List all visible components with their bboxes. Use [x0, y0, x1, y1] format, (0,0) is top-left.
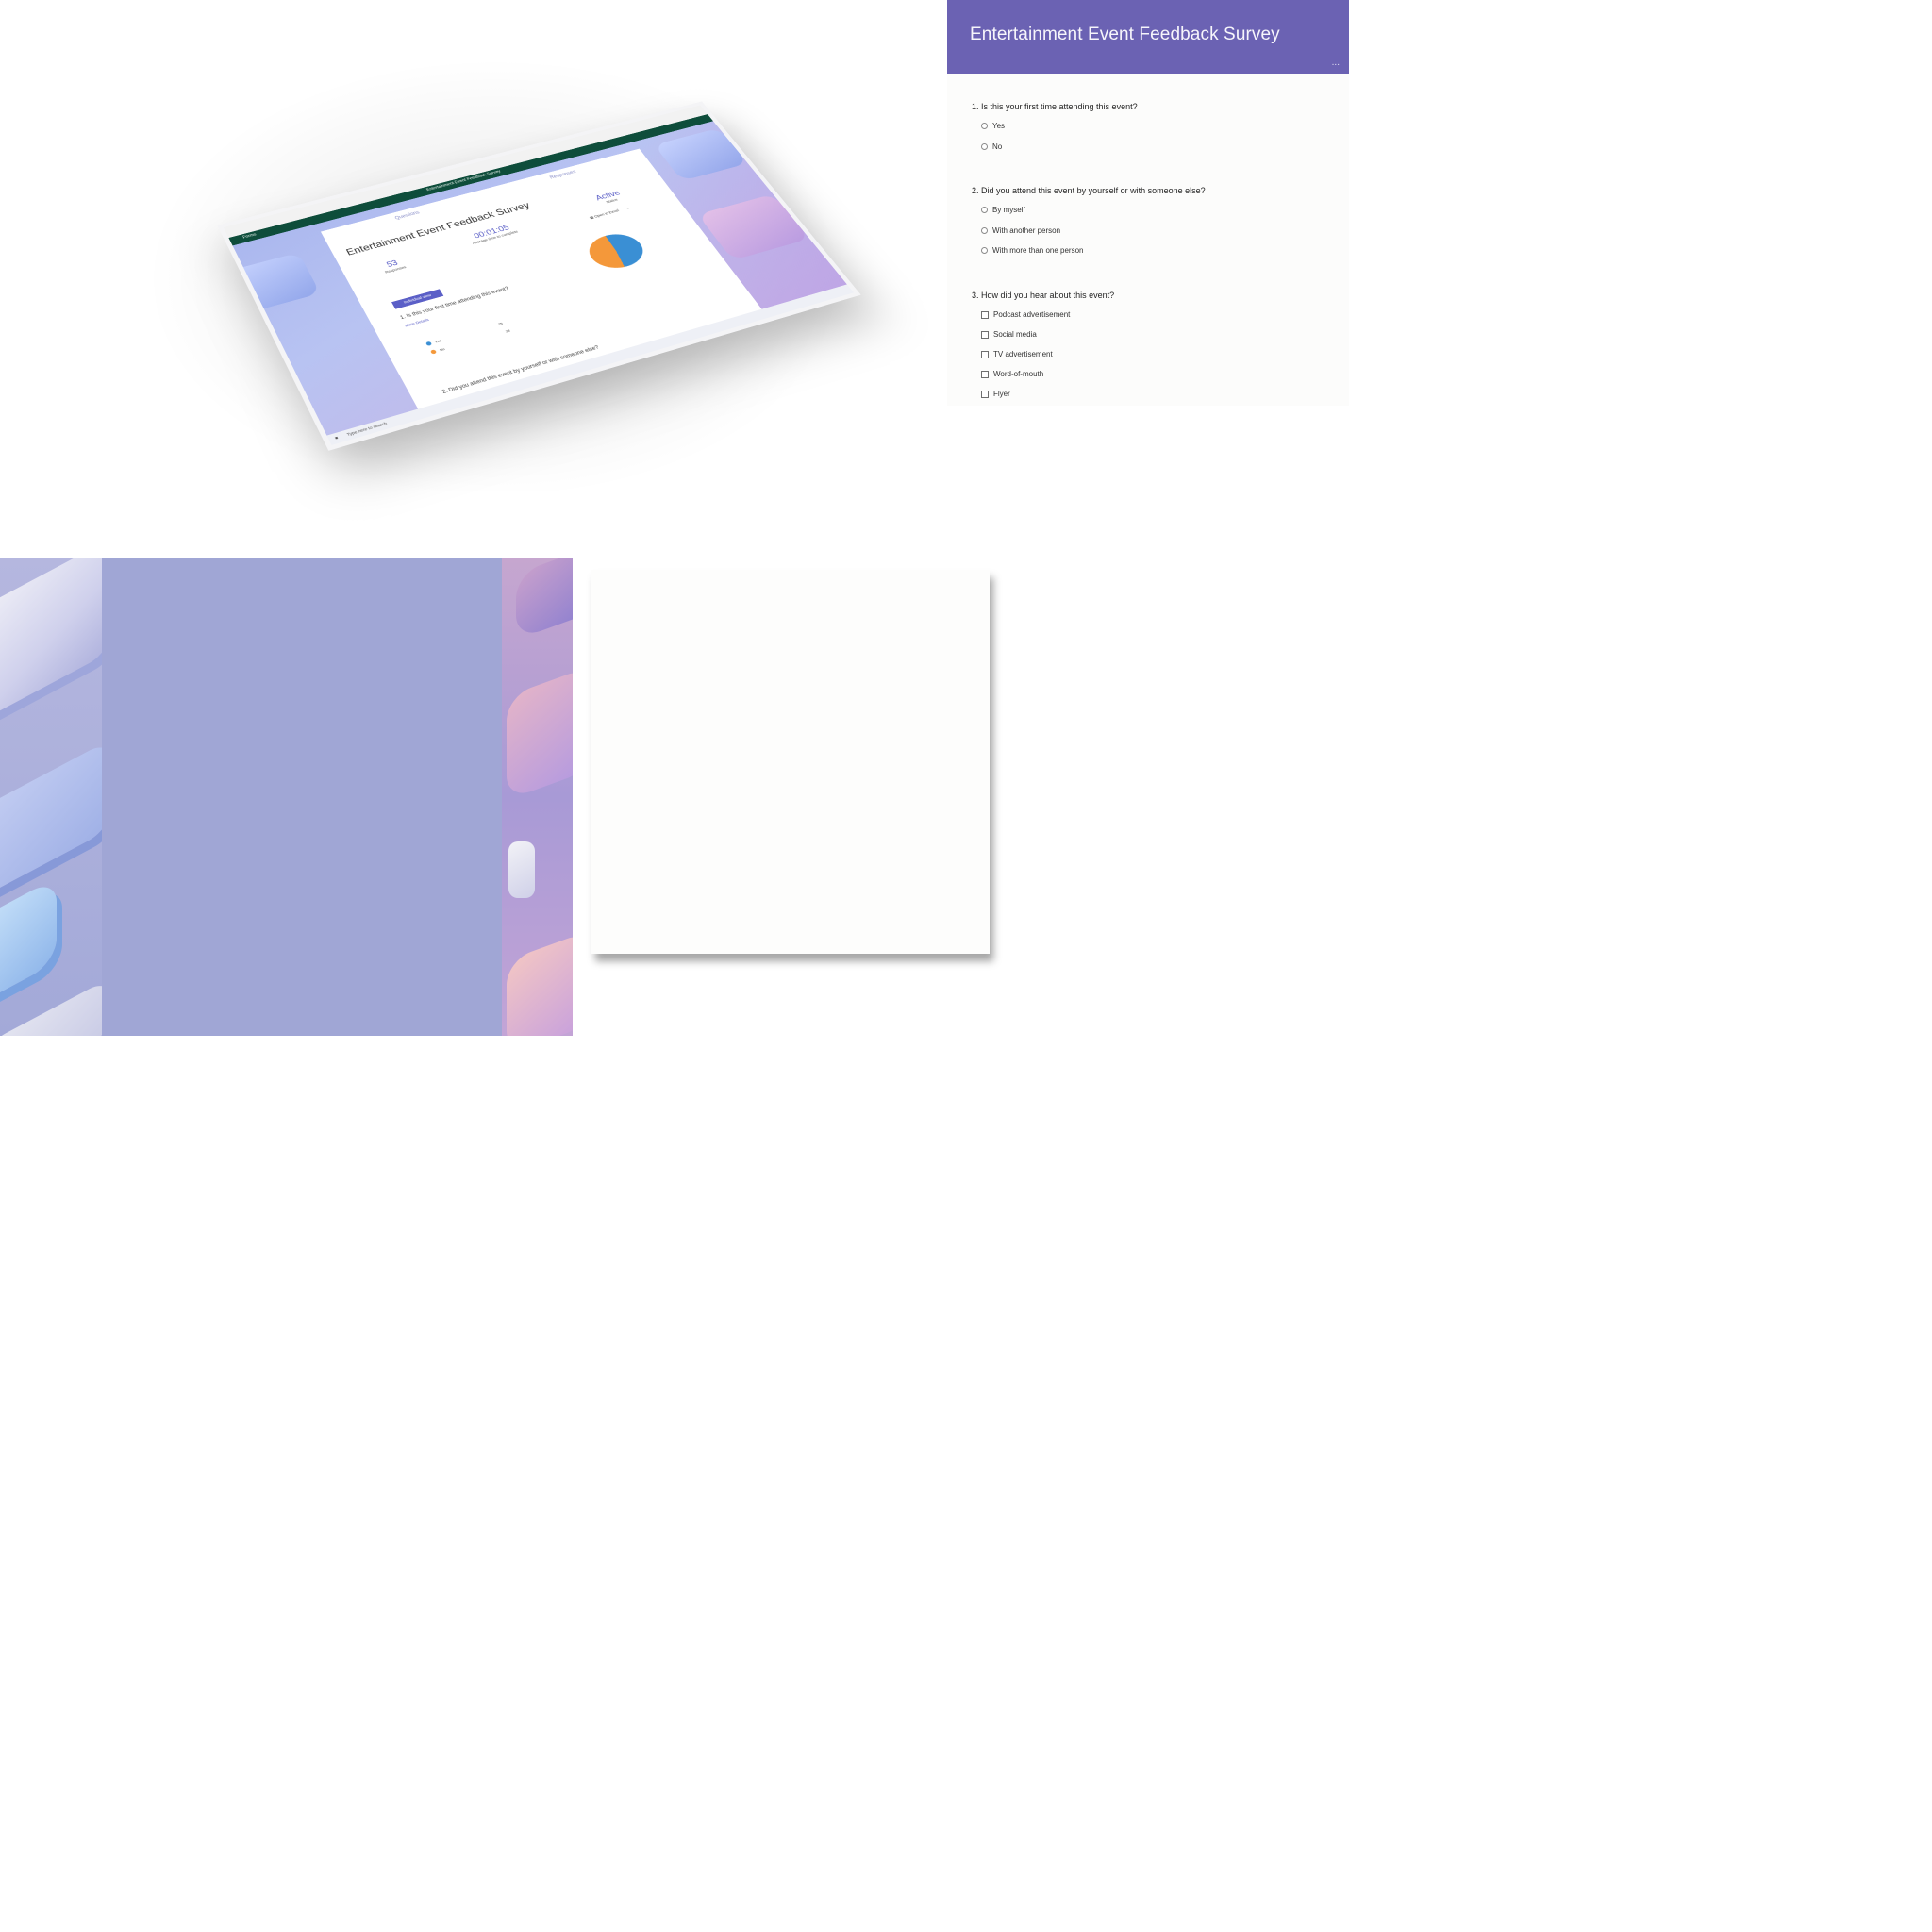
stat-responses: 53 Responses [380, 258, 407, 275]
survey-title: Entertainment Event Feedback Survey [970, 25, 1280, 44]
wallpaper-tile [0, 975, 113, 1036]
option-label: Podcast advertisement [993, 310, 1071, 319]
blank-card [591, 570, 990, 954]
tab-responses[interactable]: Responses [549, 170, 577, 180]
option-label: Flyer [993, 390, 1010, 398]
checkbox[interactable] [981, 370, 989, 378]
mockup-question-1: 1. Is this your first time attending thi… [399, 286, 510, 321]
question-3: 3. How did you hear about this event? [972, 291, 1115, 300]
more-details-link[interactable]: More Details [404, 318, 429, 328]
checkbox[interactable] [981, 330, 989, 339]
option-label: Word-of-mouth [993, 370, 1044, 378]
wallpaper-right-strip [502, 558, 573, 1036]
stat-status: Active Status [594, 190, 625, 206]
option-label: With more than one person [992, 246, 1084, 255]
radio-button[interactable] [981, 123, 988, 129]
wallpaper-center [102, 558, 502, 1036]
survey-header: Entertainment Event Feedback Survey ... [947, 0, 1349, 74]
radio-button[interactable] [981, 207, 988, 213]
wallpaper-left-strip [0, 558, 113, 1036]
more-options-icon[interactable]: ... [1332, 58, 1340, 68]
app-name: Forms [242, 232, 258, 241]
tab-questions[interactable]: Questions [394, 210, 421, 221]
option-with-another-person[interactable]: With another person [981, 226, 1060, 235]
option-label: By myself [992, 206, 1025, 214]
checkbox[interactable] [981, 310, 989, 319]
wallpaper-tile [0, 738, 113, 903]
survey-form: Entertainment Event Feedback Survey ... … [947, 0, 1349, 406]
option-label: TV advertisement [993, 350, 1053, 358]
legend-label: No [439, 346, 446, 353]
stat-average-time: 00:01:05 Average time to complete [467, 223, 519, 244]
legend-swatch [430, 349, 438, 355]
radio-button[interactable] [981, 143, 988, 150]
option-label: Yes [992, 122, 1006, 130]
wallpaper-tile [507, 665, 573, 801]
option-word-of-mouth[interactable]: Word-of-mouth [981, 370, 1043, 378]
option-podcast-advertisement[interactable]: Podcast advertisement [981, 310, 1070, 319]
open-in-excel-label: Open in Excel [593, 208, 620, 219]
legend-value: 25 [496, 321, 504, 326]
option-social-media[interactable]: Social media [981, 330, 1037, 339]
option-tv-advertisement[interactable]: TV advertisement [981, 350, 1053, 358]
option-yes[interactable]: Yes [981, 122, 1005, 130]
option-label: With another person [992, 226, 1061, 235]
checkbox[interactable] [981, 390, 989, 398]
legend-swatch [425, 341, 433, 347]
radio-button[interactable] [981, 247, 988, 254]
laptop-mockup: Forms Entertainment Event Feedback Surve… [151, 28, 868, 481]
mockup-screen: Forms Entertainment Event Feedback Surve… [217, 101, 861, 451]
wallpaper-panel [0, 558, 573, 1036]
option-label: Social media [993, 330, 1037, 339]
checkbox[interactable] [981, 350, 989, 358]
open-in-excel-link[interactable]: ▦ Open in Excel ... [589, 206, 631, 220]
option-by-myself[interactable]: By myself [981, 206, 1025, 214]
option-with-more-than-one-person[interactable]: With more than one person [981, 246, 1084, 255]
legend-label: Yes [434, 338, 442, 344]
radio-button[interactable] [981, 227, 988, 234]
wallpaper-tile [508, 841, 535, 898]
question-2: 2. Did you attend this event by yourself… [972, 186, 1206, 195]
option-flyer[interactable]: Flyer [981, 390, 1010, 398]
option-label: No [992, 142, 1003, 151]
more-options-icon[interactable]: ... [625, 206, 631, 209]
option-no[interactable]: No [981, 142, 1002, 151]
wallpaper-tile [0, 558, 113, 731]
wallpaper-tile [516, 558, 573, 641]
response-pie-chart [580, 228, 652, 274]
legend-value: 28 [504, 328, 511, 334]
wallpaper-tile [507, 929, 573, 1036]
wallpaper-tile [0, 877, 57, 1023]
question-1: 1. Is this your first time attending thi… [972, 102, 1138, 111]
windows-start-icon[interactable]: ■ [334, 435, 339, 440]
